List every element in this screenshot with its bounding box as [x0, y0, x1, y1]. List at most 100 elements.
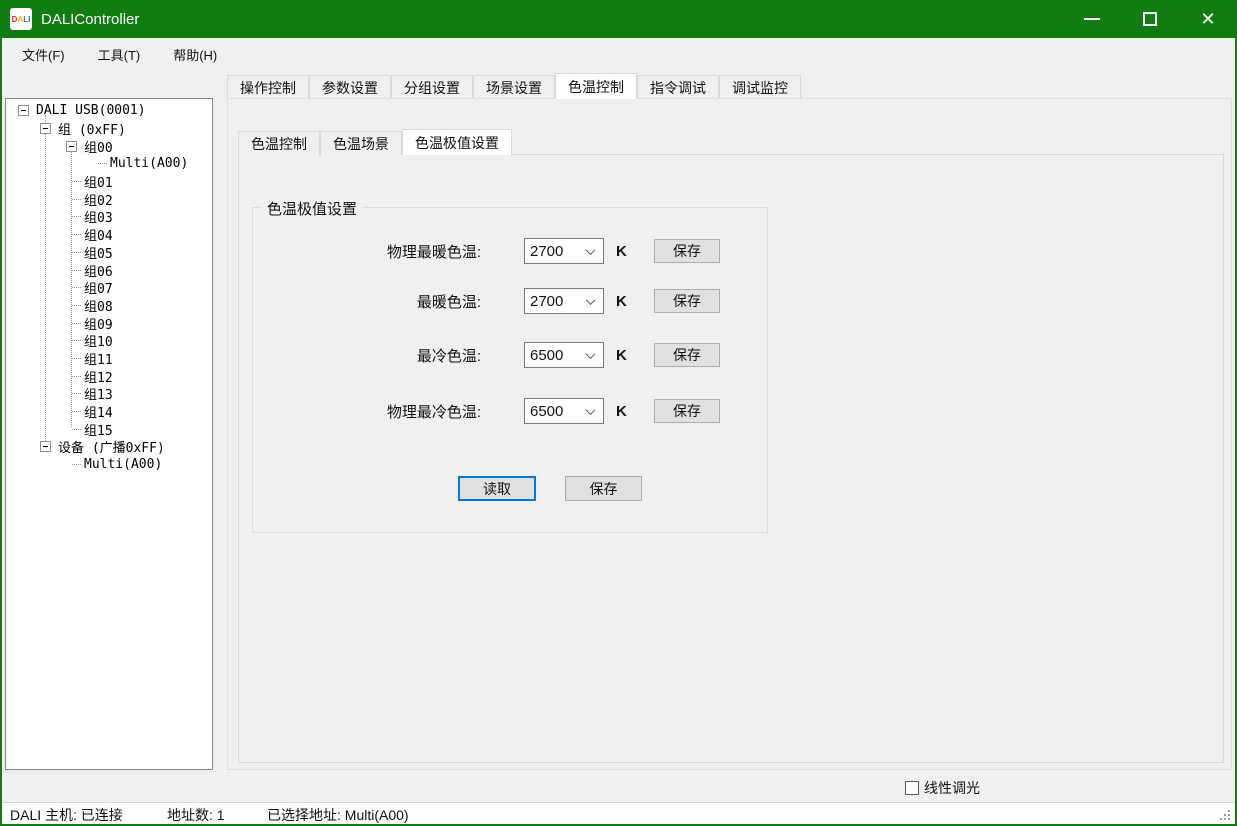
app-window: DALI DALIController ✕ 文件(F) 工具(T) 帮助(H) …: [0, 0, 1237, 826]
tree-node-group04[interactable]: 组04: [6, 226, 212, 244]
tab-scene-settings[interactable]: 场景设置: [473, 75, 555, 99]
tree-node-label: 组15: [84, 420, 113, 439]
tree-node-label: 组06: [84, 261, 113, 280]
tree-node-group14[interactable]: 组14: [6, 403, 212, 421]
tree-node-label: 组04: [84, 225, 113, 244]
menu-bar: 文件(F) 工具(T) 帮助(H): [2, 38, 1235, 71]
tree-node-group08[interactable]: 组08: [6, 297, 212, 315]
menu-help[interactable]: 帮助(H): [160, 39, 230, 70]
tree-node-group09[interactable]: 组09: [6, 314, 212, 332]
tree-connector: [72, 393, 81, 394]
checkbox-label: 线性调光: [924, 778, 980, 798]
subtab-ct-extreme-settings[interactable]: 色温极值设置: [402, 129, 512, 155]
tree-connector: [72, 411, 81, 412]
tree-node-label: 组12: [84, 367, 113, 386]
tree-node-multi-2[interactable]: Multi(A00): [6, 456, 212, 474]
tree-node-group01[interactable]: 组01: [6, 173, 212, 191]
window-title: DALIController: [41, 11, 139, 28]
row-physical-warmest: 物理最暖色温: 2700 K 保存: [253, 238, 720, 264]
unit-label: K: [616, 403, 630, 420]
resize-grip[interactable]: [1228, 818, 1230, 820]
tree-connector: [72, 376, 81, 377]
unit-label: K: [616, 293, 630, 310]
unit-label: K: [616, 347, 630, 364]
tab-grouping-settings[interactable]: 分组设置: [391, 75, 473, 99]
tree-node-device-broadcast[interactable]: 设备 (广播0xFF): [6, 438, 212, 456]
tree-node-multi[interactable]: Multi(A00): [6, 155, 212, 173]
linear-dimming-checkbox[interactable]: 线性调光: [905, 778, 980, 798]
save-physical-warmest-button[interactable]: 保存: [654, 239, 720, 263]
app-icon: DALI: [10, 8, 32, 30]
tree-node-label: 组14: [84, 402, 113, 421]
tab-debug-monitor[interactable]: 调试监控: [719, 75, 801, 99]
tree-node-label: DALI USB(0001): [36, 103, 146, 118]
tree-node-group15[interactable]: 组15: [6, 420, 212, 438]
status-bar: DALI 主机: 已连接 地址数: 1 已选择地址: Multi(A00): [2, 802, 1235, 824]
tree-connector: [72, 270, 81, 271]
tree-node-label: 组11: [84, 349, 113, 368]
row-warmest: 最暖色温: 2700 K 保存: [253, 288, 720, 314]
warmest-ct-select[interactable]: 2700: [524, 288, 604, 314]
tree-connector: [72, 340, 81, 341]
tree-node-group10[interactable]: 组10: [6, 332, 212, 350]
tree-node-group00[interactable]: 组00: [6, 137, 212, 155]
collapse-icon[interactable]: [18, 105, 29, 116]
collapse-icon[interactable]: [40, 441, 51, 452]
subtab-ct-scene[interactable]: 色温场景: [320, 131, 402, 155]
subtab-ct-control[interactable]: 色温控制: [238, 131, 320, 155]
checkbox-icon[interactable]: [905, 781, 919, 795]
tree-node-group07[interactable]: 组07: [6, 279, 212, 297]
tree-node-group06[interactable]: 组06: [6, 261, 212, 279]
status-host: DALI 主机: 已连接: [10, 805, 123, 825]
tree-node-group05[interactable]: 组05: [6, 244, 212, 262]
tree-connector: [72, 199, 81, 200]
chevron-down-icon: [586, 245, 596, 255]
tree-connector: [72, 323, 81, 324]
save-coolest-button[interactable]: 保存: [654, 343, 720, 367]
physical-warmest-ct-select[interactable]: 2700: [524, 238, 604, 264]
tree-node-label: 组08: [84, 296, 113, 315]
save-warmest-button[interactable]: 保存: [654, 289, 720, 313]
maximize-button[interactable]: [1121, 0, 1179, 38]
tree-node-group12[interactable]: 组12: [6, 367, 212, 385]
physical-coolest-ct-select[interactable]: 6500: [524, 398, 604, 424]
row-physical-coolest: 物理最冷色温: 6500 K 保存: [253, 398, 720, 424]
sub-tab-strip: 色温控制 色温场景 色温极值设置: [238, 129, 512, 155]
read-button[interactable]: 读取: [458, 476, 536, 501]
tree-node-label: 组10: [84, 331, 113, 350]
tree-connector: [72, 305, 81, 306]
menu-tools[interactable]: 工具(T): [85, 39, 154, 70]
field-label: 物理最冷色温:: [331, 401, 481, 422]
tree-node-label: 组02: [84, 190, 113, 209]
coolest-ct-select[interactable]: 6500: [524, 342, 604, 368]
main-tab-strip: 操作控制 参数设置 分组设置 场景设置 色温控制 指令调试 调试监控: [227, 73, 801, 99]
device-tree: DALI USB(0001) 组 (0xFF) 组00 Multi(A00) 组…: [5, 98, 213, 770]
tree-node-group02[interactable]: 组02: [6, 190, 212, 208]
save-all-button[interactable]: 保存: [565, 476, 642, 501]
chevron-down-icon: [586, 405, 596, 415]
tree-node-label: 组07: [84, 278, 113, 297]
status-selected-address: 已选择地址: Multi(A00): [267, 805, 409, 825]
tree-node-group03[interactable]: 组03: [6, 208, 212, 226]
tree-connector: [72, 358, 81, 359]
tab-command-debug[interactable]: 指令调试: [637, 75, 719, 99]
tab-color-temperature-control[interactable]: 色温控制: [555, 73, 637, 99]
tree-node-group13[interactable]: 组13: [6, 385, 212, 403]
tree-node-root[interactable]: DALI USB(0001): [6, 102, 212, 120]
tree-node-label: Multi(A00): [110, 156, 188, 171]
tree-node-group-all[interactable]: 组 (0xFF): [6, 120, 212, 138]
field-label: 物理最暖色温:: [331, 241, 481, 262]
tree-connector: [98, 163, 107, 164]
collapse-icon[interactable]: [66, 141, 77, 152]
tree-node-group11[interactable]: 组11: [6, 350, 212, 368]
tree-connector: [72, 287, 81, 288]
close-button[interactable]: ✕: [1179, 0, 1237, 38]
tab-parameter-settings[interactable]: 参数设置: [309, 75, 391, 99]
collapse-icon[interactable]: [40, 123, 51, 134]
minimize-button[interactable]: [1063, 0, 1121, 38]
status-address-count: 地址数: 1: [167, 805, 225, 825]
tab-operation-control[interactable]: 操作控制: [227, 75, 309, 99]
save-physical-coolest-button[interactable]: 保存: [654, 399, 720, 423]
menu-file[interactable]: 文件(F): [9, 39, 78, 70]
unit-label: K: [616, 243, 630, 260]
